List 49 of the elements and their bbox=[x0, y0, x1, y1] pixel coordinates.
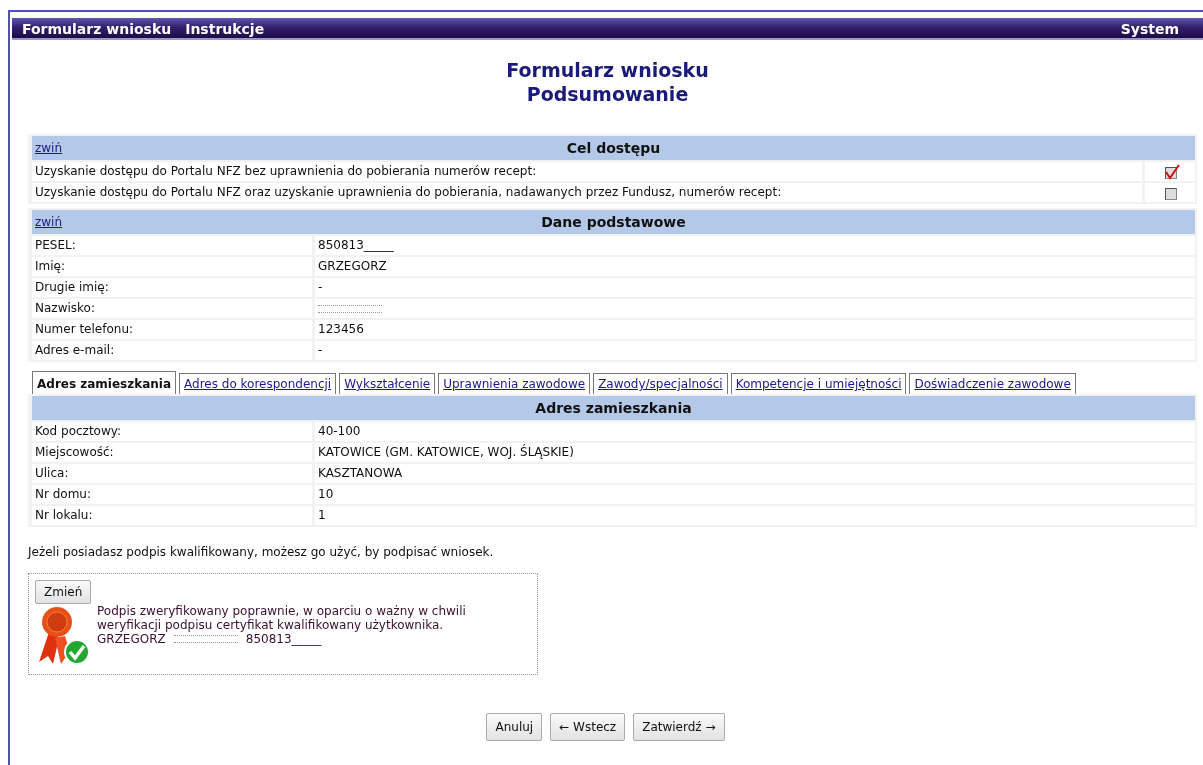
field-value: 1 bbox=[315, 506, 1195, 525]
tab[interactable]: Adres do korespondencji bbox=[179, 373, 337, 394]
option-label: Uzyskanie dostępu do Portalu NFZ bez uprawnienia do pobierania numerów recept: bbox=[32, 162, 1142, 181]
field-label: Miejscowość: bbox=[32, 443, 312, 462]
field-value: 10 bbox=[315, 485, 1195, 504]
signer-name: GRZEGORZ bbox=[97, 632, 166, 646]
tab[interactable]: Doświadczenie zawodowe bbox=[909, 373, 1076, 394]
field-label: Ulica: bbox=[32, 464, 312, 483]
field-value: KASZTANOWA bbox=[315, 464, 1195, 483]
field-label: Drugie imię: bbox=[32, 278, 312, 297]
page-title: Podsumowanie bbox=[525, 82, 690, 106]
tab[interactable]: Kompetencje i umiejętności bbox=[730, 373, 907, 394]
field-value: GRZEGORZ bbox=[315, 257, 1195, 276]
section-title: Dane podstawowe bbox=[541, 212, 686, 232]
field-value: 850813_____ bbox=[315, 236, 1195, 255]
field-value: - bbox=[315, 341, 1195, 360]
field-label: PESEL: bbox=[32, 236, 312, 255]
field-label: Adres e-mail: bbox=[32, 341, 312, 360]
signature-message: Podpis zweryfikowany poprawnie, w oparciu o ważny w chwili weryfikacji podpisu certyfikat kwalifikowany użytkownika. bbox=[97, 604, 467, 632]
tab[interactable]: Uprawnienia zawodowe bbox=[438, 373, 591, 394]
checkbox[interactable] bbox=[1163, 163, 1180, 180]
collapse-link[interactable]: zwiń bbox=[32, 213, 63, 231]
cancel-button[interactable]: Anuluj bbox=[486, 713, 543, 741]
field-value: KATOWICE (GM. KATOWICE, WOJ. ŚLĄSKIE) bbox=[315, 443, 1195, 462]
field-label: Kod pocztowy: bbox=[32, 422, 312, 441]
page-title: Formularz wniosku bbox=[505, 58, 710, 82]
field-label: Numer telefonu: bbox=[32, 320, 312, 339]
menu-item[interactable]: Instrukcje bbox=[185, 18, 265, 38]
signer-pesel: 850813_____ bbox=[245, 632, 322, 646]
menu-item[interactable]: Formularz wniosku bbox=[22, 18, 172, 38]
collapse-link[interactable]: zwiń bbox=[32, 139, 63, 157]
tab[interactable]: Zawody/specjalności bbox=[593, 373, 728, 394]
confirm-button[interactable]: Zatwierdź → bbox=[633, 713, 725, 741]
option-label: Uzyskanie dostępu do Portalu NFZ oraz uzyskanie uprawnienia do pobierania, nadawanych przez Fundusz, numerów recept: bbox=[32, 183, 1142, 202]
field-label: Nr lokalu: bbox=[32, 506, 312, 525]
field-value: 40-100 bbox=[315, 422, 1195, 441]
tab[interactable]: Wykształcenie bbox=[339, 373, 436, 394]
change-button[interactable]: Zmień bbox=[35, 580, 92, 604]
field-value: - bbox=[315, 278, 1195, 297]
field-label: Imię: bbox=[32, 257, 312, 276]
tab[interactable]: Adres zamieszkania bbox=[32, 371, 177, 394]
back-button[interactable]: ← Wstecz bbox=[550, 713, 626, 741]
field-label: Nazwisko: bbox=[32, 299, 312, 318]
field-label: Nr domu: bbox=[32, 485, 312, 504]
menu-item[interactable]: System bbox=[1120, 21, 1179, 37]
field-value: 123456 bbox=[315, 320, 1195, 339]
section-title: Adres zamieszkania bbox=[535, 398, 692, 418]
signature-note: Jeżeli posiadasz podpis kwalifikowany, możesz go użyć, by podpisać wniosek. bbox=[28, 544, 495, 561]
section-title: Cel dostępu bbox=[566, 138, 661, 158]
